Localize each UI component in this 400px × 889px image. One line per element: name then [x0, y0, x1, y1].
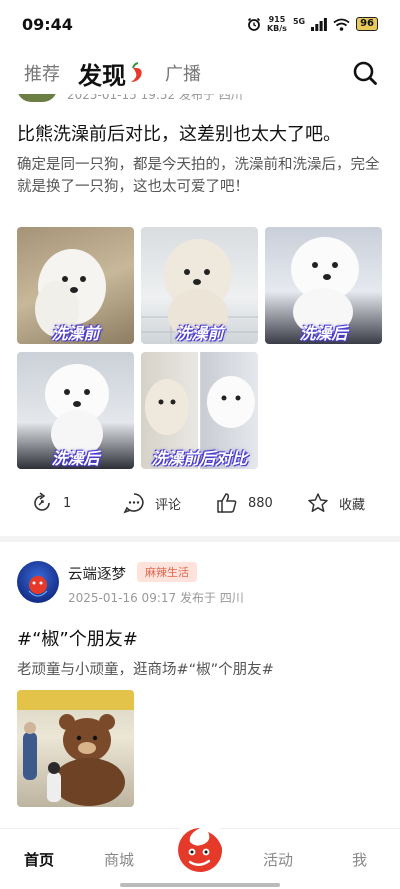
- star-icon: [308, 493, 328, 512]
- signal-icon: [311, 17, 327, 31]
- photo-caption: 洗澡前: [175, 324, 224, 343]
- comment-button[interactable]: 评论: [123, 492, 181, 514]
- network-label: 5G: [292, 17, 306, 26]
- photo-caption: 洗澡前: [51, 324, 100, 343]
- status-bar: 09:44 915 KB/s 5G 96: [0, 0, 400, 48]
- post1-photo[interactable]: 洗澡前: [17, 227, 134, 344]
- avatar-image: [28, 576, 48, 597]
- photo-caption: 洗澡前后对比: [151, 449, 248, 468]
- tab-recommend[interactable]: 推荐: [24, 60, 60, 86]
- favorite-label: 收藏: [339, 497, 366, 513]
- mascot-logo-icon: [178, 828, 223, 872]
- share-button[interactable]: 1: [31, 492, 71, 514]
- post1-action-bar: 1 评论 880 收藏: [17, 488, 387, 518]
- post1-title[interactable]: 比熊洗澡前后对比，这差别也太大了吧。: [17, 120, 341, 146]
- wifi-icon: [333, 18, 350, 31]
- post2-title[interactable]: #“椒”个朋友#: [17, 625, 138, 651]
- status-time: 09:44: [22, 14, 73, 34]
- nav-home[interactable]: 首页: [24, 849, 54, 870]
- net-speed-value: 915: [268, 15, 286, 24]
- nav-mall[interactable]: 商城: [104, 849, 134, 870]
- tab-discover[interactable]: 发现: [78, 56, 147, 91]
- post1-photo[interactable]: 洗澡前后对比: [141, 352, 258, 469]
- battery-indicator: 96: [356, 17, 378, 31]
- tab-broadcast[interactable]: 广播: [165, 60, 201, 86]
- photo-caption: 洗澡后: [51, 449, 100, 468]
- thumbs-up-icon: [217, 493, 237, 513]
- share-count: 1: [63, 495, 72, 511]
- share-icon: [34, 492, 50, 511]
- post1-photo[interactable]: 洗澡后: [265, 227, 382, 344]
- net-speed-unit: KB/s: [266, 24, 287, 33]
- chili-pepper-icon: [131, 62, 142, 82]
- comment-icon: [123, 493, 144, 514]
- post2-author[interactable]: 云端逐梦: [68, 563, 126, 584]
- status-icons: 915 KB/s 5G 96: [247, 15, 378, 33]
- search-icon[interactable]: [352, 60, 378, 86]
- nav-activity[interactable]: 活动: [263, 849, 293, 870]
- post-divider: [0, 536, 400, 542]
- net-speed: 915 KB/s: [267, 15, 287, 33]
- center-logo-button[interactable]: [171, 821, 229, 879]
- post2-photo[interactable]: [17, 690, 134, 807]
- home-indicator: [120, 883, 280, 887]
- post1-photo[interactable]: 洗澡前: [141, 227, 258, 344]
- bear-image: [17, 690, 134, 806]
- post1-body[interactable]: 确定是同一只狗，都是今天拍的，洗澡前和洗澡后，完全就是换了一只狗，这也太可爱了吧…: [17, 154, 387, 198]
- nav-me[interactable]: 我: [352, 849, 367, 870]
- like-count: 880: [248, 495, 273, 511]
- post2-badge[interactable]: 麻辣生活: [137, 562, 197, 582]
- post1-photo[interactable]: 洗澡后: [17, 352, 134, 469]
- top-nav: 推荐 发现 广播: [0, 52, 400, 94]
- photo-caption: 洗澡后: [299, 324, 348, 343]
- post2-meta: 2025-01-16 09:17 发布于 四川: [68, 591, 244, 605]
- post2-avatar[interactable]: [17, 561, 59, 603]
- post2-body[interactable]: 老顽童与小顽童，逛商场#“椒”个朋友#: [17, 658, 274, 679]
- like-button[interactable]: 880: [216, 492, 273, 514]
- alarm-icon: [247, 17, 261, 31]
- comment-label: 评论: [155, 497, 182, 513]
- tab-discover-label: 发现: [78, 61, 126, 90]
- favorite-button[interactable]: 收藏: [307, 492, 365, 514]
